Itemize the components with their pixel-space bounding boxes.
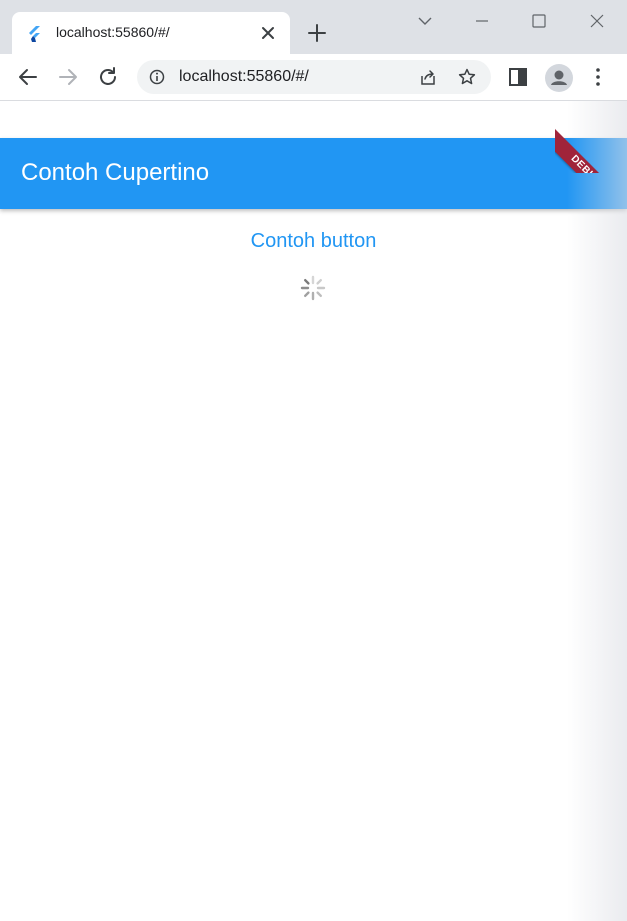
activity-indicator-icon [300,275,326,301]
profile-avatar[interactable] [545,64,573,92]
side-panel-icon[interactable] [507,66,529,88]
minimize-icon[interactable] [471,10,493,32]
bookmark-star-icon[interactable] [458,68,476,86]
url-text[interactable]: localhost:55860/#/ [179,68,309,86]
flutter-icon [29,26,40,42]
window-close-icon[interactable] [586,10,608,32]
debug-banner: DEBUG [555,101,627,173]
menu-kebab-icon[interactable] [587,66,609,88]
close-tab-icon[interactable] [260,25,276,41]
tab-strip: localhost:55860/#/ [0,0,627,54]
address-bar[interactable]: localhost:55860/#/ [137,60,491,94]
browser-toolbar: localhost:55860/#/ [0,54,627,101]
forward-icon[interactable] [57,66,79,88]
tab-search-icon[interactable] [414,10,436,32]
share-icon[interactable] [419,68,437,86]
browser-tab[interactable]: localhost:55860/#/ [12,12,290,54]
site-info-icon[interactable] [149,69,165,85]
page-title: Contoh Cupertino [21,159,210,186]
back-icon[interactable] [17,66,39,88]
new-tab-icon[interactable] [306,22,328,44]
browser-window: localhost:55860/#/ localhost:55860/#/ Co… [0,0,627,921]
debug-banner-label: DEBUG [555,123,627,173]
maximize-icon[interactable] [528,10,550,32]
reload-icon[interactable] [97,66,119,88]
app-bar: Contoh Cupertino [0,138,627,209]
person-icon [551,70,567,85]
tab-title: localhost:55860/#/ [56,24,170,40]
app-viewport: Contoh Cupertino Contoh button [0,101,627,921]
example-button[interactable]: Contoh button [0,230,627,253]
